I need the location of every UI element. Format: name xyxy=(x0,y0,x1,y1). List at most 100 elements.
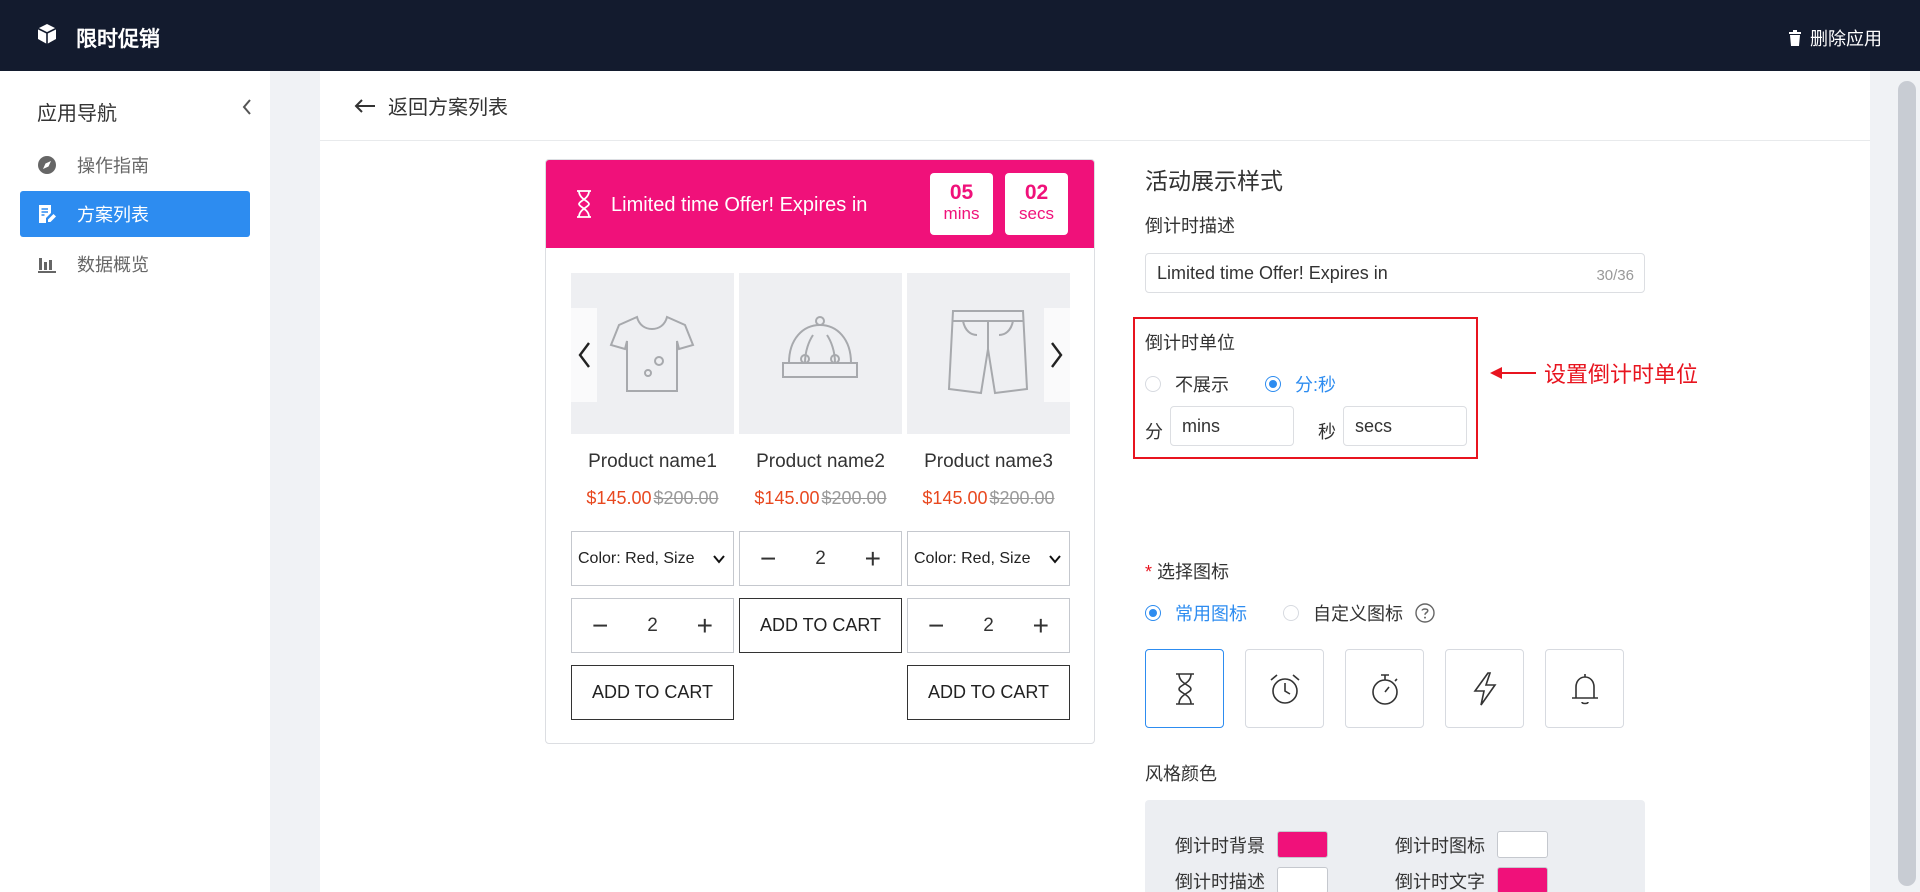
product-card: Product name2 $145.00 $200.00 xyxy=(739,273,902,509)
color-row-icon: 倒计时图标 xyxy=(1395,831,1548,858)
countdown-preview: Limited time Offer! Expires in 05 mins 0… xyxy=(545,159,1095,744)
radio-dot xyxy=(1283,605,1299,621)
seconds-unit: secs xyxy=(1019,204,1054,223)
trash-icon xyxy=(1789,30,1801,46)
second-label: 秒 xyxy=(1318,422,1336,442)
chevron-left-icon xyxy=(578,342,590,368)
cube-logo-icon xyxy=(37,24,57,44)
sidebar-item-label: 操作指南 xyxy=(77,156,149,176)
bar-chart-icon xyxy=(38,258,56,273)
icon-label: * 选择图标 xyxy=(1145,562,1230,582)
sidebar-item-data-overview[interactable]: 数据概览 xyxy=(20,241,250,287)
product-name: Product name2 xyxy=(756,451,885,472)
add-to-cart-button[interactable]: ADD TO CART xyxy=(907,665,1070,720)
countdown-desc-input[interactable]: Limited time Offer! Expires in 30/36 xyxy=(1145,253,1645,293)
delete-app-button[interactable]: 删除应用 xyxy=(1788,25,1882,51)
variant-select-value: Color: Red, Size xyxy=(914,549,1031,567)
product-name: Product name3 xyxy=(924,451,1053,472)
sidebar-title: 应用导航 xyxy=(37,103,117,125)
scrollbar-thumb[interactable] xyxy=(1898,81,1916,886)
compass-icon xyxy=(38,156,56,174)
radio-dot xyxy=(1145,376,1161,392)
annotation-text: 设置倒计时单位 xyxy=(1544,362,1699,387)
color-label: 风格颜色 xyxy=(1145,764,1217,784)
icon-option-bell[interactable] xyxy=(1545,649,1624,728)
arrow-left-icon xyxy=(354,98,375,113)
carousel-next-button[interactable] xyxy=(1044,308,1070,402)
minute-unit-input[interactable]: mins xyxy=(1170,406,1294,446)
variant-select[interactable]: Color: Red, Size xyxy=(571,531,734,586)
hourglass-icon xyxy=(577,190,591,218)
annotation-callout: 设置倒计时单位 xyxy=(1490,357,1698,389)
product-price: $145.00 $200.00 xyxy=(754,488,887,508)
radio-unit-hide[interactable]: 不展示 xyxy=(1145,371,1229,397)
countdown-text-swatch[interactable] xyxy=(1497,867,1548,892)
seconds-value: 02 xyxy=(1024,181,1049,204)
desc-label: 倒计时描述 xyxy=(1145,216,1235,236)
minute-label: 分 xyxy=(1145,422,1163,442)
quantity-stepper[interactable]: − 2 + xyxy=(907,598,1070,653)
product-name: Product name1 xyxy=(588,451,717,472)
product-price: $145.00 $200.00 xyxy=(922,488,1055,508)
countdown-description: Limited time Offer! Expires in xyxy=(611,194,868,216)
second-unit-input[interactable]: secs xyxy=(1343,406,1467,446)
decrement-button[interactable]: − xyxy=(760,544,776,573)
chevron-left-icon[interactable] xyxy=(240,97,254,117)
icon-option-lightning[interactable] xyxy=(1445,649,1524,728)
sidebar-item-label: 方案列表 xyxy=(77,205,149,225)
app-title: 限时促销 xyxy=(76,28,160,51)
quantity-stepper[interactable]: − 2 + xyxy=(739,531,902,586)
unit-radio-group: 不展示 分:秒 xyxy=(1145,371,1336,397)
icon-option-stopwatch[interactable] xyxy=(1345,649,1424,728)
chevron-right-icon xyxy=(1051,342,1063,368)
bell-icon xyxy=(1571,673,1598,704)
add-to-cart-button[interactable]: ADD TO CART xyxy=(571,665,734,720)
shorts-icon xyxy=(947,310,1029,395)
back-to-plan-list-link[interactable]: 返回方案列表 xyxy=(320,71,1870,141)
radio-custom-icons[interactable]: 自定义图标 xyxy=(1283,600,1435,626)
stopwatch-icon xyxy=(1371,673,1398,705)
product-price: $145.00 $200.00 xyxy=(586,488,719,508)
decrement-button[interactable]: − xyxy=(928,611,944,640)
minutes-unit: mins xyxy=(943,204,980,223)
sidebar: 应用导航 操作指南 方案列表 数据概览 xyxy=(0,71,270,892)
carousel-prev-button[interactable] xyxy=(571,308,597,402)
add-to-cart-button[interactable]: ADD TO CART xyxy=(739,598,902,653)
icon-radio-group: 常用图标 自定义图标 xyxy=(1145,600,1435,626)
product-image[interactable] xyxy=(739,273,902,434)
lightning-icon xyxy=(1472,671,1497,705)
countdown-desc-swatch[interactable] xyxy=(1277,867,1328,892)
sidebar-item-guide[interactable]: 操作指南 xyxy=(20,142,250,188)
radio-common-icons[interactable]: 常用图标 xyxy=(1145,600,1247,626)
quantity-value: 2 xyxy=(647,614,658,636)
radio-dot xyxy=(1265,376,1281,392)
radio-unit-min-sec[interactable]: 分:秒 xyxy=(1265,371,1336,397)
icon-option-hourglass[interactable] xyxy=(1145,649,1224,728)
chevron-down-icon xyxy=(713,555,725,564)
page-scrollbar[interactable] xyxy=(1892,71,1920,892)
increment-button[interactable]: + xyxy=(865,544,881,573)
document-edit-icon xyxy=(39,205,56,223)
countdown-icon-swatch[interactable] xyxy=(1497,831,1548,858)
sidebar-item-label: 数据概览 xyxy=(77,255,149,275)
hourglass-icon xyxy=(1175,672,1194,705)
question-circle-icon[interactable] xyxy=(1415,603,1435,623)
color-row-desc: 倒计时描述 xyxy=(1175,867,1328,892)
main-content: 返回方案列表 Limited time Offer! Expires in 05… xyxy=(320,71,1870,892)
minutes-box: 05 mins xyxy=(930,173,993,235)
unit-label: 倒计时单位 xyxy=(1145,333,1235,353)
quantity-stepper[interactable]: − 2 + xyxy=(571,598,734,653)
increment-button[interactable]: + xyxy=(1033,611,1049,640)
decrement-button[interactable]: − xyxy=(592,611,608,640)
increment-button[interactable]: + xyxy=(697,611,713,640)
sidebar-item-plan-list[interactable]: 方案列表 xyxy=(20,191,250,237)
radio-dot xyxy=(1145,605,1161,621)
countdown-bg-swatch[interactable] xyxy=(1277,831,1328,858)
variant-select-value: Color: Red, Size xyxy=(578,549,695,567)
top-bar: 限时促销 删除应用 xyxy=(0,0,1920,71)
seconds-box: 02 secs xyxy=(1005,173,1068,235)
variant-select[interactable]: Color: Red, Size xyxy=(907,531,1070,586)
icon-option-alarm-clock[interactable] xyxy=(1245,649,1324,728)
quantity-value: 2 xyxy=(815,547,826,569)
tshirt-icon xyxy=(609,315,695,392)
